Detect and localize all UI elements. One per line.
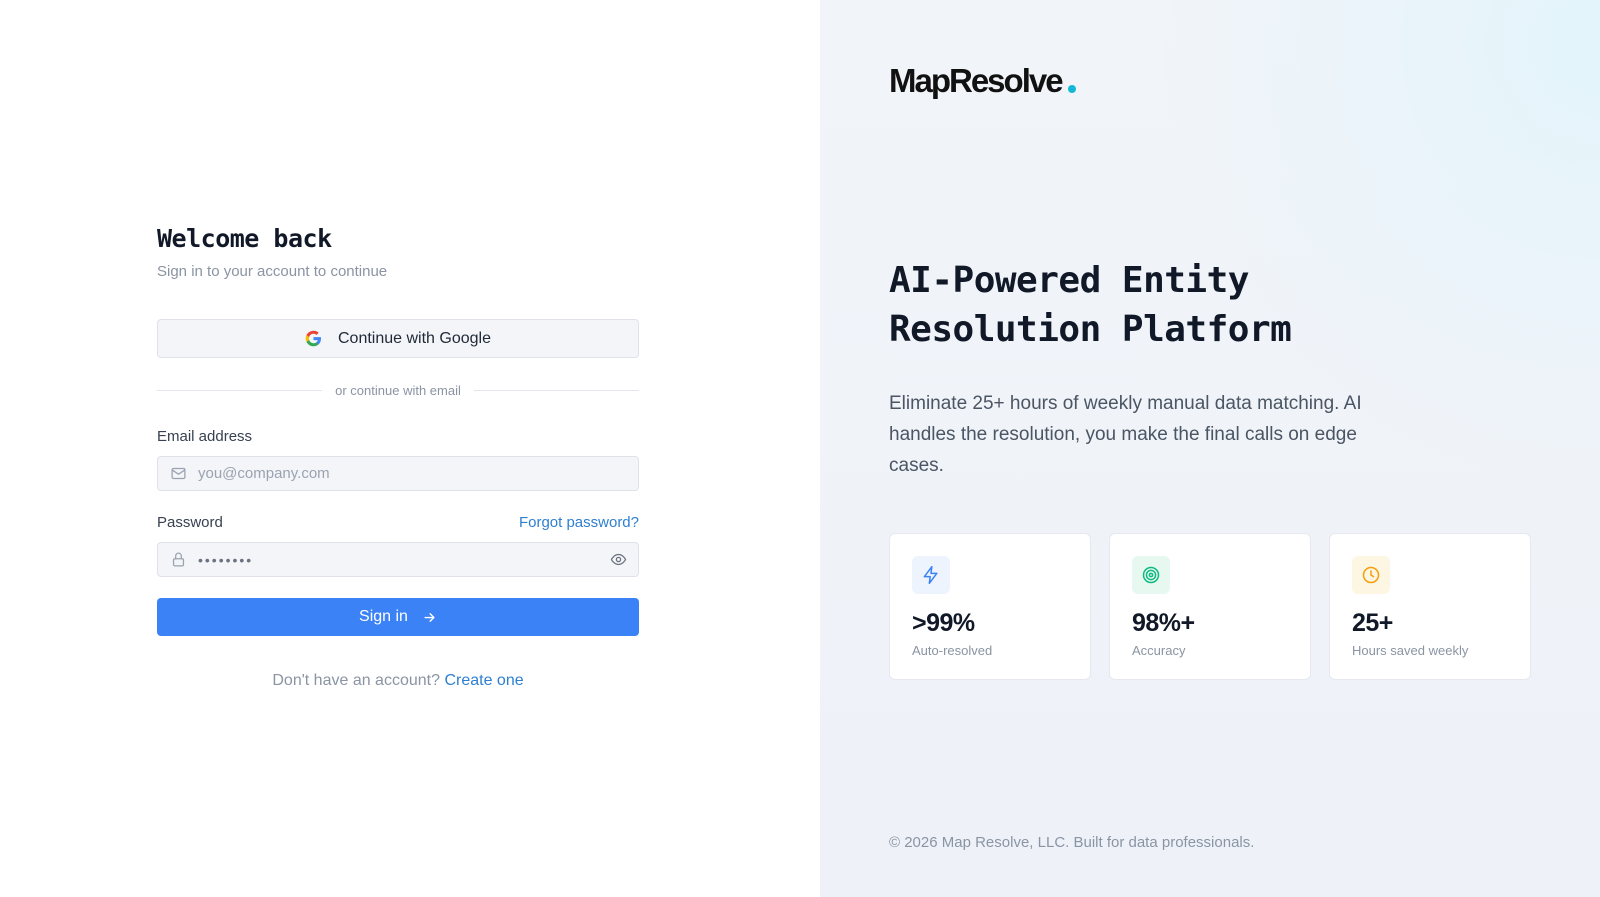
stat-value: 98%+ (1132, 609, 1195, 637)
arrow-right-icon (424, 612, 435, 622)
divider-line (157, 389, 323, 391)
create-account-link[interactable]: Create one (444, 672, 523, 689)
password-label: Password (157, 514, 223, 531)
login-form: Welcome back Sign in to your account to … (157, 224, 640, 689)
sign-in-label: Sign in (359, 608, 408, 625)
stats-row: >99% Auto-resolved 98%+ Accuracy 25+ Hou… (889, 533, 1531, 680)
email-input[interactable] (198, 457, 638, 490)
clock-icon (1352, 556, 1390, 594)
password-field-wrapper (157, 542, 639, 577)
divider-text: or continue with email (335, 382, 461, 398)
marketing-panel: MapResolve AI-Powered Entity Resolution … (820, 0, 1600, 897)
stat-caption: Auto-resolved (912, 643, 993, 658)
copyright-text: © 2026 Map Resolve, LLC. Built for data … (889, 834, 1255, 851)
stat-value: 25+ (1352, 609, 1393, 637)
signup-prompt: Don't have an account? Create one (157, 672, 639, 690)
stat-card-accuracy: 98%+ Accuracy (1109, 533, 1311, 680)
divider-line (473, 389, 640, 391)
page-subtitle: Sign in to your account to continue (157, 263, 388, 280)
stat-card-auto-resolved: >99% Auto-resolved (889, 533, 1091, 680)
password-input[interactable] (198, 543, 598, 576)
lock-icon (158, 551, 198, 568)
brand-name: MapResolve (889, 62, 1064, 99)
email-field-wrapper (157, 456, 639, 491)
lightning-icon (912, 556, 950, 594)
target-icon (1132, 556, 1170, 594)
google-signin-button[interactable]: Continue with Google (157, 319, 639, 358)
stat-value: >99% (912, 609, 975, 637)
brand-dot (1067, 85, 1076, 93)
page-title: Welcome back (157, 224, 332, 253)
forgot-password-link[interactable]: Forgot password? (519, 514, 639, 531)
brand-logo: MapResolve (889, 62, 1076, 100)
hero-headline-line1: AI-Powered Entity (889, 260, 1249, 301)
mail-icon (158, 465, 198, 482)
hero-headline: AI-Powered Entity Resolution Platform (889, 256, 1529, 354)
sign-in-button[interactable]: Sign in (157, 598, 639, 636)
eye-icon[interactable] (598, 551, 638, 568)
stat-card-hours-saved: 25+ Hours saved weekly (1329, 533, 1531, 680)
or-divider: or continue with email (157, 382, 640, 398)
signup-prompt-text: Don't have an account? (272, 672, 440, 689)
hero-headline-line2: Resolution Platform (889, 309, 1292, 350)
stat-caption: Accuracy (1132, 643, 1186, 658)
login-panel: Welcome back Sign in to your account to … (0, 0, 820, 897)
google-button-label: Continue with Google (338, 329, 491, 347)
email-label: Email address (157, 428, 253, 445)
hero-description: Eliminate 25+ hours of weekly manual dat… (889, 393, 1362, 476)
google-icon (305, 330, 321, 347)
stat-caption: Hours saved weekly (1352, 643, 1469, 658)
